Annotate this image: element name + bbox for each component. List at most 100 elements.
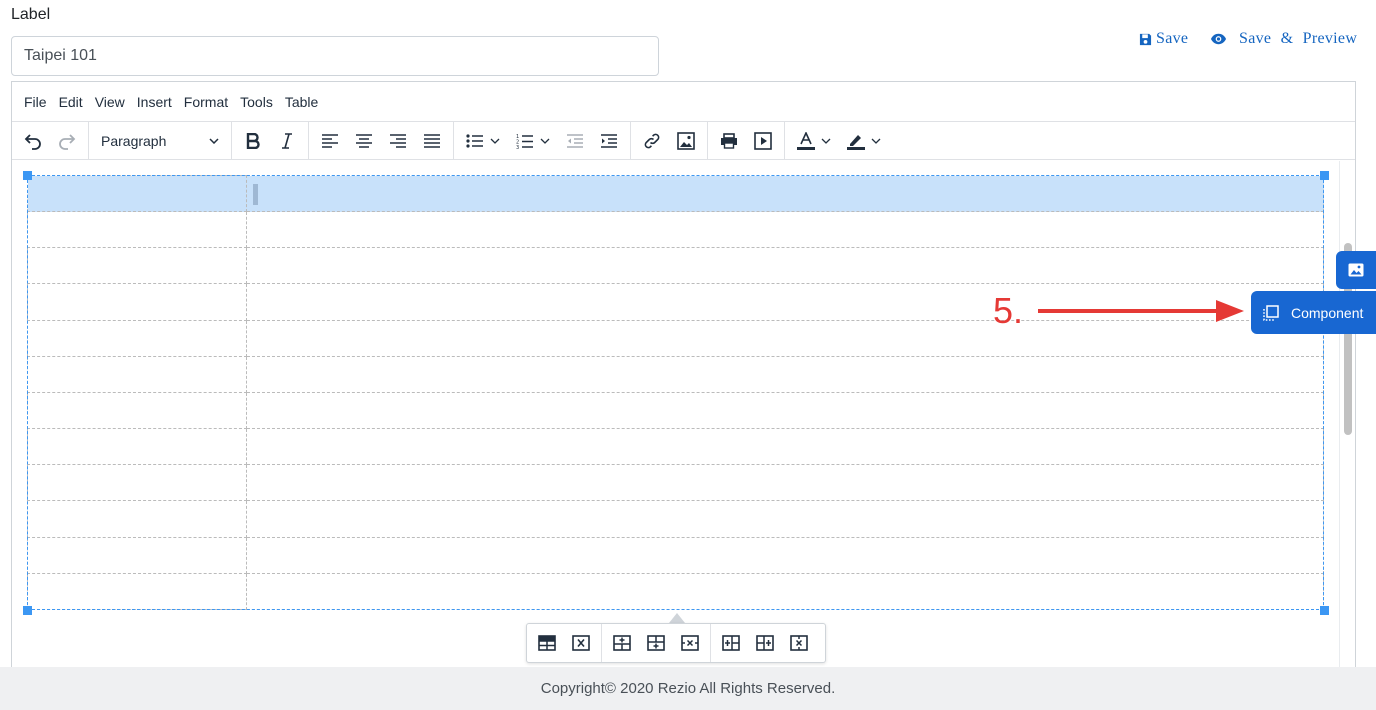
align-left-button[interactable] bbox=[313, 126, 347, 156]
redo-button[interactable] bbox=[50, 126, 84, 156]
save-icon bbox=[1139, 33, 1152, 46]
table-cell[interactable] bbox=[27, 464, 247, 502]
svg-text:3: 3 bbox=[516, 145, 519, 149]
label-heading: Label bbox=[11, 6, 51, 23]
align-center-button[interactable] bbox=[347, 126, 381, 156]
table-cell[interactable] bbox=[27, 572, 247, 611]
table-cell[interactable] bbox=[27, 428, 247, 466]
table-cell[interactable] bbox=[246, 536, 1324, 574]
menu-tools[interactable]: Tools bbox=[234, 94, 279, 110]
table-row bbox=[27, 428, 1324, 466]
highlight-color-button[interactable] bbox=[839, 126, 889, 156]
insert-column-after-button[interactable] bbox=[748, 628, 782, 658]
chevron-down-icon bbox=[821, 138, 831, 144]
block-format-value: Paragraph bbox=[101, 132, 167, 149]
resize-handle-bottom-left[interactable] bbox=[23, 606, 32, 615]
bullet-list-button[interactable] bbox=[458, 126, 508, 156]
italic-button[interactable] bbox=[270, 126, 304, 156]
chevron-down-icon bbox=[540, 138, 550, 144]
image-side-tab[interactable] bbox=[1336, 251, 1376, 289]
annotation-step-label: 5. bbox=[993, 290, 1024, 331]
align-center-icon bbox=[356, 133, 372, 148]
align-right-icon bbox=[390, 133, 406, 148]
text-caret bbox=[253, 184, 258, 205]
indent-icon bbox=[601, 133, 617, 148]
table-cell[interactable] bbox=[27, 211, 247, 249]
label-input[interactable] bbox=[11, 36, 659, 76]
align-right-button[interactable] bbox=[381, 126, 415, 156]
resize-handle-top-left[interactable] bbox=[23, 171, 32, 180]
outdent-icon bbox=[567, 133, 583, 148]
block-format-select[interactable]: Paragraph bbox=[93, 126, 227, 156]
table-actions-group bbox=[527, 624, 602, 662]
media-button[interactable] bbox=[746, 126, 780, 156]
table-cell[interactable] bbox=[246, 319, 1324, 357]
output-group bbox=[708, 122, 785, 159]
chevron-down-icon bbox=[871, 138, 881, 144]
delete-table-button[interactable] bbox=[564, 628, 598, 658]
annotation-arrow-icon bbox=[1038, 300, 1244, 322]
save-button[interactable]: Save bbox=[1139, 30, 1188, 48]
component-side-tab[interactable]: Component bbox=[1251, 291, 1376, 334]
component-tab-label: Component bbox=[1291, 304, 1364, 321]
table-cell[interactable] bbox=[27, 319, 247, 357]
outdent-button[interactable] bbox=[558, 126, 592, 156]
table-cell[interactable] bbox=[246, 391, 1324, 430]
bullet-list-icon bbox=[466, 133, 483, 148]
table-cell[interactable] bbox=[27, 355, 247, 393]
print-icon bbox=[721, 132, 737, 149]
align-justify-button[interactable] bbox=[415, 126, 449, 156]
table-cell[interactable] bbox=[246, 572, 1324, 611]
table-row bbox=[27, 174, 1324, 213]
numbered-list-button[interactable]: 123 bbox=[508, 126, 558, 156]
delete-column-icon bbox=[790, 635, 808, 651]
image-icon bbox=[1348, 263, 1364, 277]
insert-row-after-button[interactable] bbox=[639, 628, 673, 658]
print-button[interactable] bbox=[712, 126, 746, 156]
undo-button[interactable] bbox=[16, 126, 50, 156]
table-cell[interactable] bbox=[27, 283, 247, 321]
menu-format[interactable]: Format bbox=[178, 94, 234, 110]
table-cell[interactable] bbox=[246, 211, 1324, 249]
link-button[interactable] bbox=[635, 126, 669, 156]
table-cell[interactable] bbox=[246, 174, 1324, 213]
table-cell[interactable] bbox=[27, 391, 247, 430]
table-cell[interactable] bbox=[246, 500, 1324, 538]
menu-insert[interactable]: Insert bbox=[131, 94, 178, 110]
save-preview-button[interactable]: Save & Preview bbox=[1210, 30, 1357, 48]
menu-view[interactable]: View bbox=[89, 94, 131, 110]
insert-column-before-icon bbox=[722, 635, 740, 651]
table-cell[interactable] bbox=[246, 428, 1324, 466]
text-color-button[interactable] bbox=[789, 126, 839, 156]
column-actions-group bbox=[711, 624, 819, 662]
eye-icon bbox=[1210, 33, 1227, 45]
insert-row-before-button[interactable] bbox=[605, 628, 639, 658]
align-left-icon bbox=[322, 133, 338, 148]
image-button[interactable] bbox=[669, 126, 703, 156]
row-actions-group bbox=[602, 624, 711, 662]
content-table[interactable] bbox=[27, 174, 1324, 611]
bold-icon bbox=[246, 132, 260, 149]
table-cell[interactable] bbox=[27, 536, 247, 574]
table-cell[interactable] bbox=[246, 464, 1324, 502]
table-row bbox=[27, 247, 1324, 285]
indent-button[interactable] bbox=[592, 126, 626, 156]
table-properties-button[interactable] bbox=[530, 628, 564, 658]
insert-column-before-button[interactable] bbox=[714, 628, 748, 658]
menu-table[interactable]: Table bbox=[279, 94, 324, 110]
menu-file[interactable]: File bbox=[18, 94, 53, 110]
align-justify-icon bbox=[424, 133, 440, 148]
table-cell[interactable] bbox=[246, 355, 1324, 393]
delete-column-button[interactable] bbox=[782, 628, 816, 658]
menu-edit[interactable]: Edit bbox=[53, 94, 89, 110]
delete-row-button[interactable] bbox=[673, 628, 707, 658]
table-cell[interactable] bbox=[246, 247, 1324, 285]
resize-handle-bottom-right[interactable] bbox=[1320, 606, 1329, 615]
text-style-group bbox=[232, 122, 309, 159]
table-row bbox=[27, 391, 1324, 430]
bold-button[interactable] bbox=[236, 126, 270, 156]
table-cell[interactable] bbox=[27, 500, 247, 538]
table-cell[interactable] bbox=[27, 247, 247, 285]
resize-handle-top-right[interactable] bbox=[1320, 171, 1329, 180]
table-cell[interactable] bbox=[27, 174, 247, 213]
